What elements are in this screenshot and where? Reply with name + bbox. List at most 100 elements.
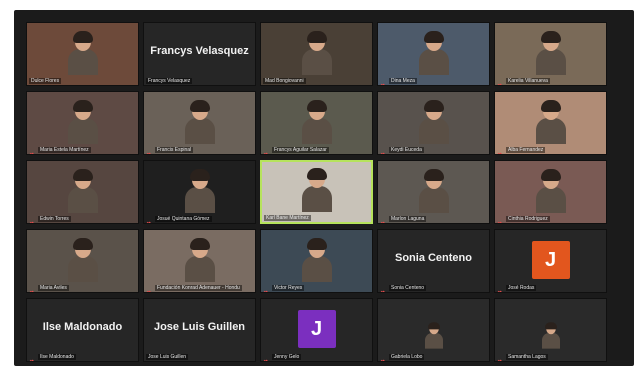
- participant-video-figure: [67, 238, 98, 282]
- participant-display-name: Sonia Centeno: [394, 252, 472, 264]
- participant-name-bar: José Rodas: [497, 284, 537, 292]
- participant-video-figure: [301, 238, 332, 282]
- participant-name-label: Edwin Torres: [38, 215, 71, 222]
- participant-name-bar: Victor Reyes: [263, 284, 305, 292]
- participant-video-figure: [418, 100, 449, 144]
- participant-name-bar: Josué Quintana Gómez: [146, 215, 212, 223]
- participant-tile[interactable]: Samantha Lagos: [494, 298, 607, 362]
- participant-name-label: Dina Meza: [389, 77, 417, 84]
- participant-name-label: Maria Aviles: [38, 284, 69, 291]
- participant-name-bar: Maria Estela Martínez: [29, 146, 91, 154]
- participant-name-label: José Rodas: [506, 284, 537, 291]
- participant-video-figure: [301, 100, 332, 144]
- participant-tile[interactable]: Mad Bongiovanni: [260, 22, 373, 86]
- participant-tile[interactable]: Gabriela Lobo: [377, 298, 490, 362]
- muted-mic-icon: [497, 284, 504, 292]
- participant-video-figure: [67, 169, 98, 213]
- participant-name-bar: Mad Bongiovanni: [263, 78, 306, 84]
- participant-tile[interactable]: Maria Estela Martínez: [26, 91, 139, 155]
- participant-name-label: Karelia Villanueva: [506, 77, 550, 84]
- participant-name-label: Sonia Centeno: [389, 284, 427, 291]
- participant-tile[interactable]: Marlon Laguna: [377, 160, 490, 224]
- participant-name-bar: Ilse Maldonado: [29, 353, 76, 361]
- participant-video-figure: [535, 100, 566, 144]
- participant-tile[interactable]: Victor Reyes: [260, 229, 373, 293]
- participant-video-figure: [301, 31, 332, 75]
- participant-tile[interactable]: Karelia Villanueva: [494, 22, 607, 86]
- participant-name-label: Mad Bongiovanni: [263, 78, 306, 84]
- participant-name-label: Alba Fernandez: [506, 146, 546, 153]
- participant-tile[interactable]: Dulce Flores: [26, 22, 139, 86]
- participant-tile[interactable]: Edwin Torres: [26, 160, 139, 224]
- muted-mic-icon: [263, 353, 270, 361]
- participant-display-name: Jose Luis Guillen: [153, 321, 246, 333]
- participant-name-label: Josué Quintana Gómez: [155, 215, 212, 222]
- participant-tile[interactable]: Sonia Centeno Sonia Centeno: [377, 229, 490, 293]
- participant-tile[interactable]: Jose Luis Guillen Jose Luis Guillen: [143, 298, 256, 362]
- muted-mic-icon: [146, 284, 153, 292]
- participant-name-bar: Karelia Villanueva: [497, 77, 550, 85]
- participant-tile[interactable]: Josué Quintana Gómez: [143, 160, 256, 224]
- participant-name-label: Francis Espinal: [155, 146, 194, 153]
- muted-mic-icon: [29, 146, 36, 154]
- participant-name-bar: Karl Bane Martínez: [264, 215, 311, 221]
- participant-display-name: Ilse Maldonado: [42, 321, 123, 333]
- participant-name-label: Karl Bane Martínez: [264, 215, 311, 221]
- participant-tile[interactable]: Maria Aviles: [26, 229, 139, 293]
- muted-mic-icon: [146, 146, 153, 154]
- muted-mic-icon: [497, 146, 504, 154]
- participant-name-bar: Cinthia Rodriguez: [497, 215, 550, 223]
- participant-video-figure: [535, 169, 566, 213]
- participant-name-label: Marlon Laguna: [389, 215, 427, 222]
- muted-mic-icon: [497, 77, 504, 85]
- participant-tile[interactable]: Keydi Euceda: [377, 91, 490, 155]
- participant-video-figure: [67, 100, 98, 144]
- participant-tile[interactable]: J José Rodas: [494, 229, 607, 293]
- muted-mic-icon: [497, 215, 504, 223]
- participant-tile[interactable]: Francis Espinal: [143, 91, 256, 155]
- muted-mic-icon: [29, 284, 36, 292]
- participant-tile[interactable]: Dina Meza: [377, 22, 490, 86]
- participant-name-label: Cinthia Rodriguez: [506, 215, 550, 222]
- participant-tile[interactable]: Karl Bane Martínez: [260, 160, 373, 224]
- participant-name-bar: Jenny Gelo: [263, 353, 302, 361]
- participant-name-bar: Francis Espinal: [146, 146, 194, 154]
- muted-mic-icon: [29, 353, 36, 361]
- participant-video-figure: [301, 168, 332, 212]
- participant-video-figure: [535, 31, 566, 75]
- participant-name-bar: Gabriela Lobo: [380, 353, 425, 361]
- muted-mic-icon: [380, 77, 387, 85]
- participant-tile[interactable]: Francys Velasquez Francys Velasquez: [143, 22, 256, 86]
- muted-mic-icon: [146, 215, 153, 223]
- participant-video-figure: [184, 100, 215, 144]
- participant-name-bar: Francys Velasquez: [146, 78, 193, 84]
- participant-video-figure: [67, 31, 98, 75]
- participant-tile[interactable]: Fundación Konrad Adenauer - Hondu: [143, 229, 256, 293]
- participant-name-label: Francys Velasquez: [146, 78, 193, 84]
- participant-tile[interactable]: Cinthia Rodriguez: [494, 160, 607, 224]
- participant-name-label: Gabriela Lobo: [389, 353, 425, 360]
- participant-name-label: Dulce Flores: [29, 78, 62, 84]
- muted-mic-icon: [263, 146, 270, 154]
- participant-video-figure: [184, 238, 215, 282]
- participant-name-label: Maria Estela Martínez: [38, 146, 91, 153]
- participant-tile[interactable]: Ilse Maldonado Ilse Maldonado: [26, 298, 139, 362]
- participant-name-bar: Jose Luis Guillen: [146, 354, 189, 360]
- participant-display-name: Francys Velasquez: [150, 45, 249, 57]
- participant-name-bar: Marlon Laguna: [380, 215, 427, 223]
- muted-mic-icon: [29, 215, 36, 223]
- participant-video-figure: [418, 169, 449, 213]
- participant-name-label: Ilse Maldonado: [38, 353, 76, 360]
- participant-video-figure: [418, 31, 449, 75]
- participant-name-bar: Fundación Konrad Adenauer - Hondu: [146, 284, 242, 292]
- participant-name-bar: Samantha Lagos: [497, 353, 548, 361]
- participant-avatar: J: [297, 310, 336, 348]
- participant-tile[interactable]: Francys Aguilar Salazar: [260, 91, 373, 155]
- muted-mic-icon: [497, 353, 504, 361]
- participant-grid: Dulce Flores Francys Velasquez Francys Vel…: [26, 22, 626, 368]
- participant-tile[interactable]: J Jenny Gelo: [260, 298, 373, 362]
- participant-name-bar: Alba Fernandez: [497, 146, 546, 154]
- participant-name-bar: Dulce Flores: [29, 78, 62, 84]
- participant-tile[interactable]: Alba Fernandez: [494, 91, 607, 155]
- muted-mic-icon: [380, 284, 387, 292]
